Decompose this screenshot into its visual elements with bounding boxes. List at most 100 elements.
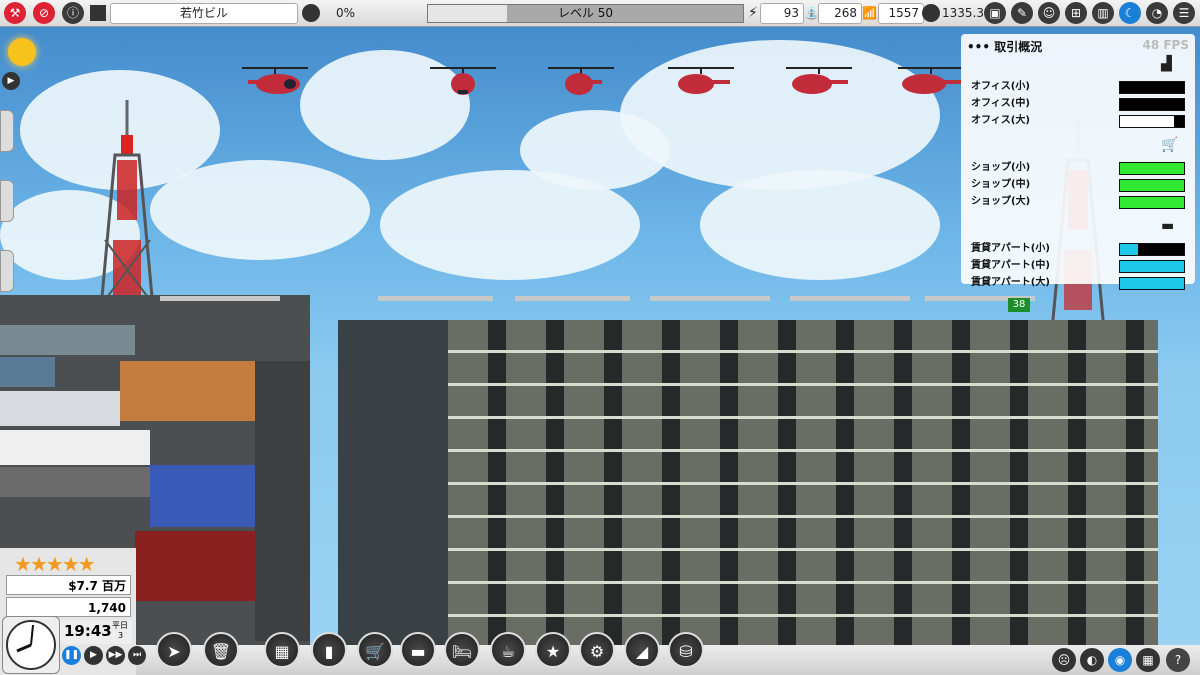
food-tool[interactable]: ☕ [490,632,526,668]
side-tab[interactable] [0,110,14,152]
power-icon: ⚡ [748,5,758,21]
heliport[interactable] [650,296,770,301]
day-number: 3 [118,631,124,640]
demand-bar [1119,260,1185,273]
trade-overview-panel[interactable]: ••• 取引概況 48 FPS ▟ オフィス(小) オフィス(中) オフィス(大) 🛒 シ… [961,34,1195,290]
trade-row: ショップ(小) [971,161,1191,175]
time-box: 19:43 平日 3 [60,620,132,644]
helicopter-icon[interactable] [546,62,616,96]
play-button[interactable]: ▶ [84,646,103,665]
hammer-icon[interactable]: ⚒ [4,2,26,24]
entertainment-tool[interactable]: ★ [535,632,571,668]
side-tab[interactable] [0,180,14,222]
building-icon [90,5,106,21]
shop-tool[interactable]: 🛒 [357,632,393,668]
helicopter-icon[interactable] [666,62,736,96]
cursor-tool[interactable]: ➤ [156,632,192,668]
moon-icon[interactable]: ☾ [1119,2,1141,24]
trade-row: 賃貸アパート(大) [971,276,1191,290]
trade-row: ショップ(中) [971,178,1191,192]
day-type: 平日 [112,621,128,630]
water-icon: ⛲ [804,6,819,20]
level-label: レベル 50 [557,6,614,20]
trade-row-label: 賃貸アパート(中) [971,260,1050,271]
trade-row-label: ショップ(小) [971,162,1031,173]
clock-icon [2,616,60,674]
brush-icon[interactable]: ✎ [1011,2,1033,24]
sofa-icon: ▬ [1161,218,1175,234]
pause-button[interactable]: ❚❚ [62,646,81,665]
cloud [520,110,670,190]
sun-icon[interactable] [8,38,36,66]
eye-icon[interactable]: ◉ [1108,648,1132,672]
menu-icon[interactable]: ☰ [1173,2,1195,24]
demand-bar [1119,196,1185,209]
building-name-field[interactable]: 若竹ビル [110,3,298,24]
helicopter-icon[interactable] [240,62,310,96]
signal-icon: 📶 [862,6,877,20]
service-tool[interactable]: ⚙ [579,632,615,668]
network-icon[interactable]: ⊞ [1065,2,1087,24]
side-tab[interactable] [0,250,14,292]
info-icon[interactable]: ⓘ [62,2,84,24]
heliport[interactable] [515,296,630,301]
play-icon[interactable]: ▶ [2,72,20,90]
signal-value: 1557 [878,3,924,24]
chart-icon[interactable]: ▥ [1092,2,1114,24]
demand-bar-fill [1120,116,1175,127]
coin-icon [922,4,940,22]
cube-icon[interactable]: ▣ [984,2,1006,24]
trade-row-label: 賃貸アパート(大) [971,277,1050,288]
star-icon: ★ [61,552,80,576]
demand-bar-fill [1120,163,1184,174]
hotel-tool[interactable]: 🛏 [444,632,480,668]
heliport[interactable] [790,296,910,301]
fast-forward-button[interactable]: ▶▶ [106,646,125,665]
coins-value: 1335.3 [942,6,984,20]
demand-bar [1119,277,1185,290]
stairs-tool[interactable]: ◢ [624,632,660,668]
demand-bar-fill [1120,261,1184,272]
star-icon: ★ [45,552,64,576]
smiley-icon [302,4,320,22]
main-tower[interactable] [338,320,1158,645]
trade-row-label: ショップ(中) [971,179,1031,190]
trade-row: 賃貸アパート(中) [971,259,1191,273]
time-value: 19:43 [64,622,112,640]
trade-row: 賃貸アパート(小) [971,242,1191,256]
trade-row-label: ショップ(大) [971,196,1031,207]
build-floor-tool[interactable]: ▦ [264,632,300,668]
mood-icon[interactable]: ☹ [1052,648,1076,672]
helicopter-icon[interactable] [896,62,966,96]
people-icon[interactable]: ☺ [1038,2,1060,24]
grid-icon[interactable]: ▦ [1136,648,1160,672]
office-tool[interactable]: ▮ [311,632,347,668]
gauge-icon[interactable]: ◔ [1146,2,1168,24]
fastest-button[interactable]: ⏭ [128,646,146,665]
trade-row-label: オフィス(大) [971,115,1030,126]
trade-row: オフィス(小) [971,80,1191,94]
heliport[interactable] [160,296,280,301]
cancel-icon[interactable]: ⊘ [33,2,55,24]
fps-counter: 48 FPS [1142,38,1189,52]
trade-row-label: 賃貸アパート(小) [971,243,1050,254]
cart-icon: 🛒 [1161,137,1179,153]
money-value: $7.7 百万 [6,575,131,595]
top-bar: ⚒ ⊘ ⓘ 若竹ビル 0% レベル 50 ⚡ 93 ⛲ 268 📶 1557 1… [0,0,1200,27]
demand-bar-fill [1120,180,1184,191]
trash-tool[interactable]: 🗑 [203,632,239,668]
demand-bar [1119,162,1185,175]
contrast-icon[interactable]: ◐ [1080,648,1104,672]
apartment-tool[interactable]: ▬ [400,632,436,668]
help-icon[interactable]: ? [1166,648,1190,672]
helicopter-icon[interactable] [428,62,498,96]
demand-bar [1119,243,1185,256]
star-icon: ★ [77,552,96,576]
helicopter-icon[interactable] [784,62,854,96]
star-icon: ★ [29,552,48,576]
heliport[interactable] [378,296,493,301]
elevator-tool[interactable]: ⛁ [668,632,704,668]
panel-title-text: 取引概況 [994,40,1043,54]
demand-bar-fill [1120,197,1184,208]
water-value: 268 [818,3,862,24]
